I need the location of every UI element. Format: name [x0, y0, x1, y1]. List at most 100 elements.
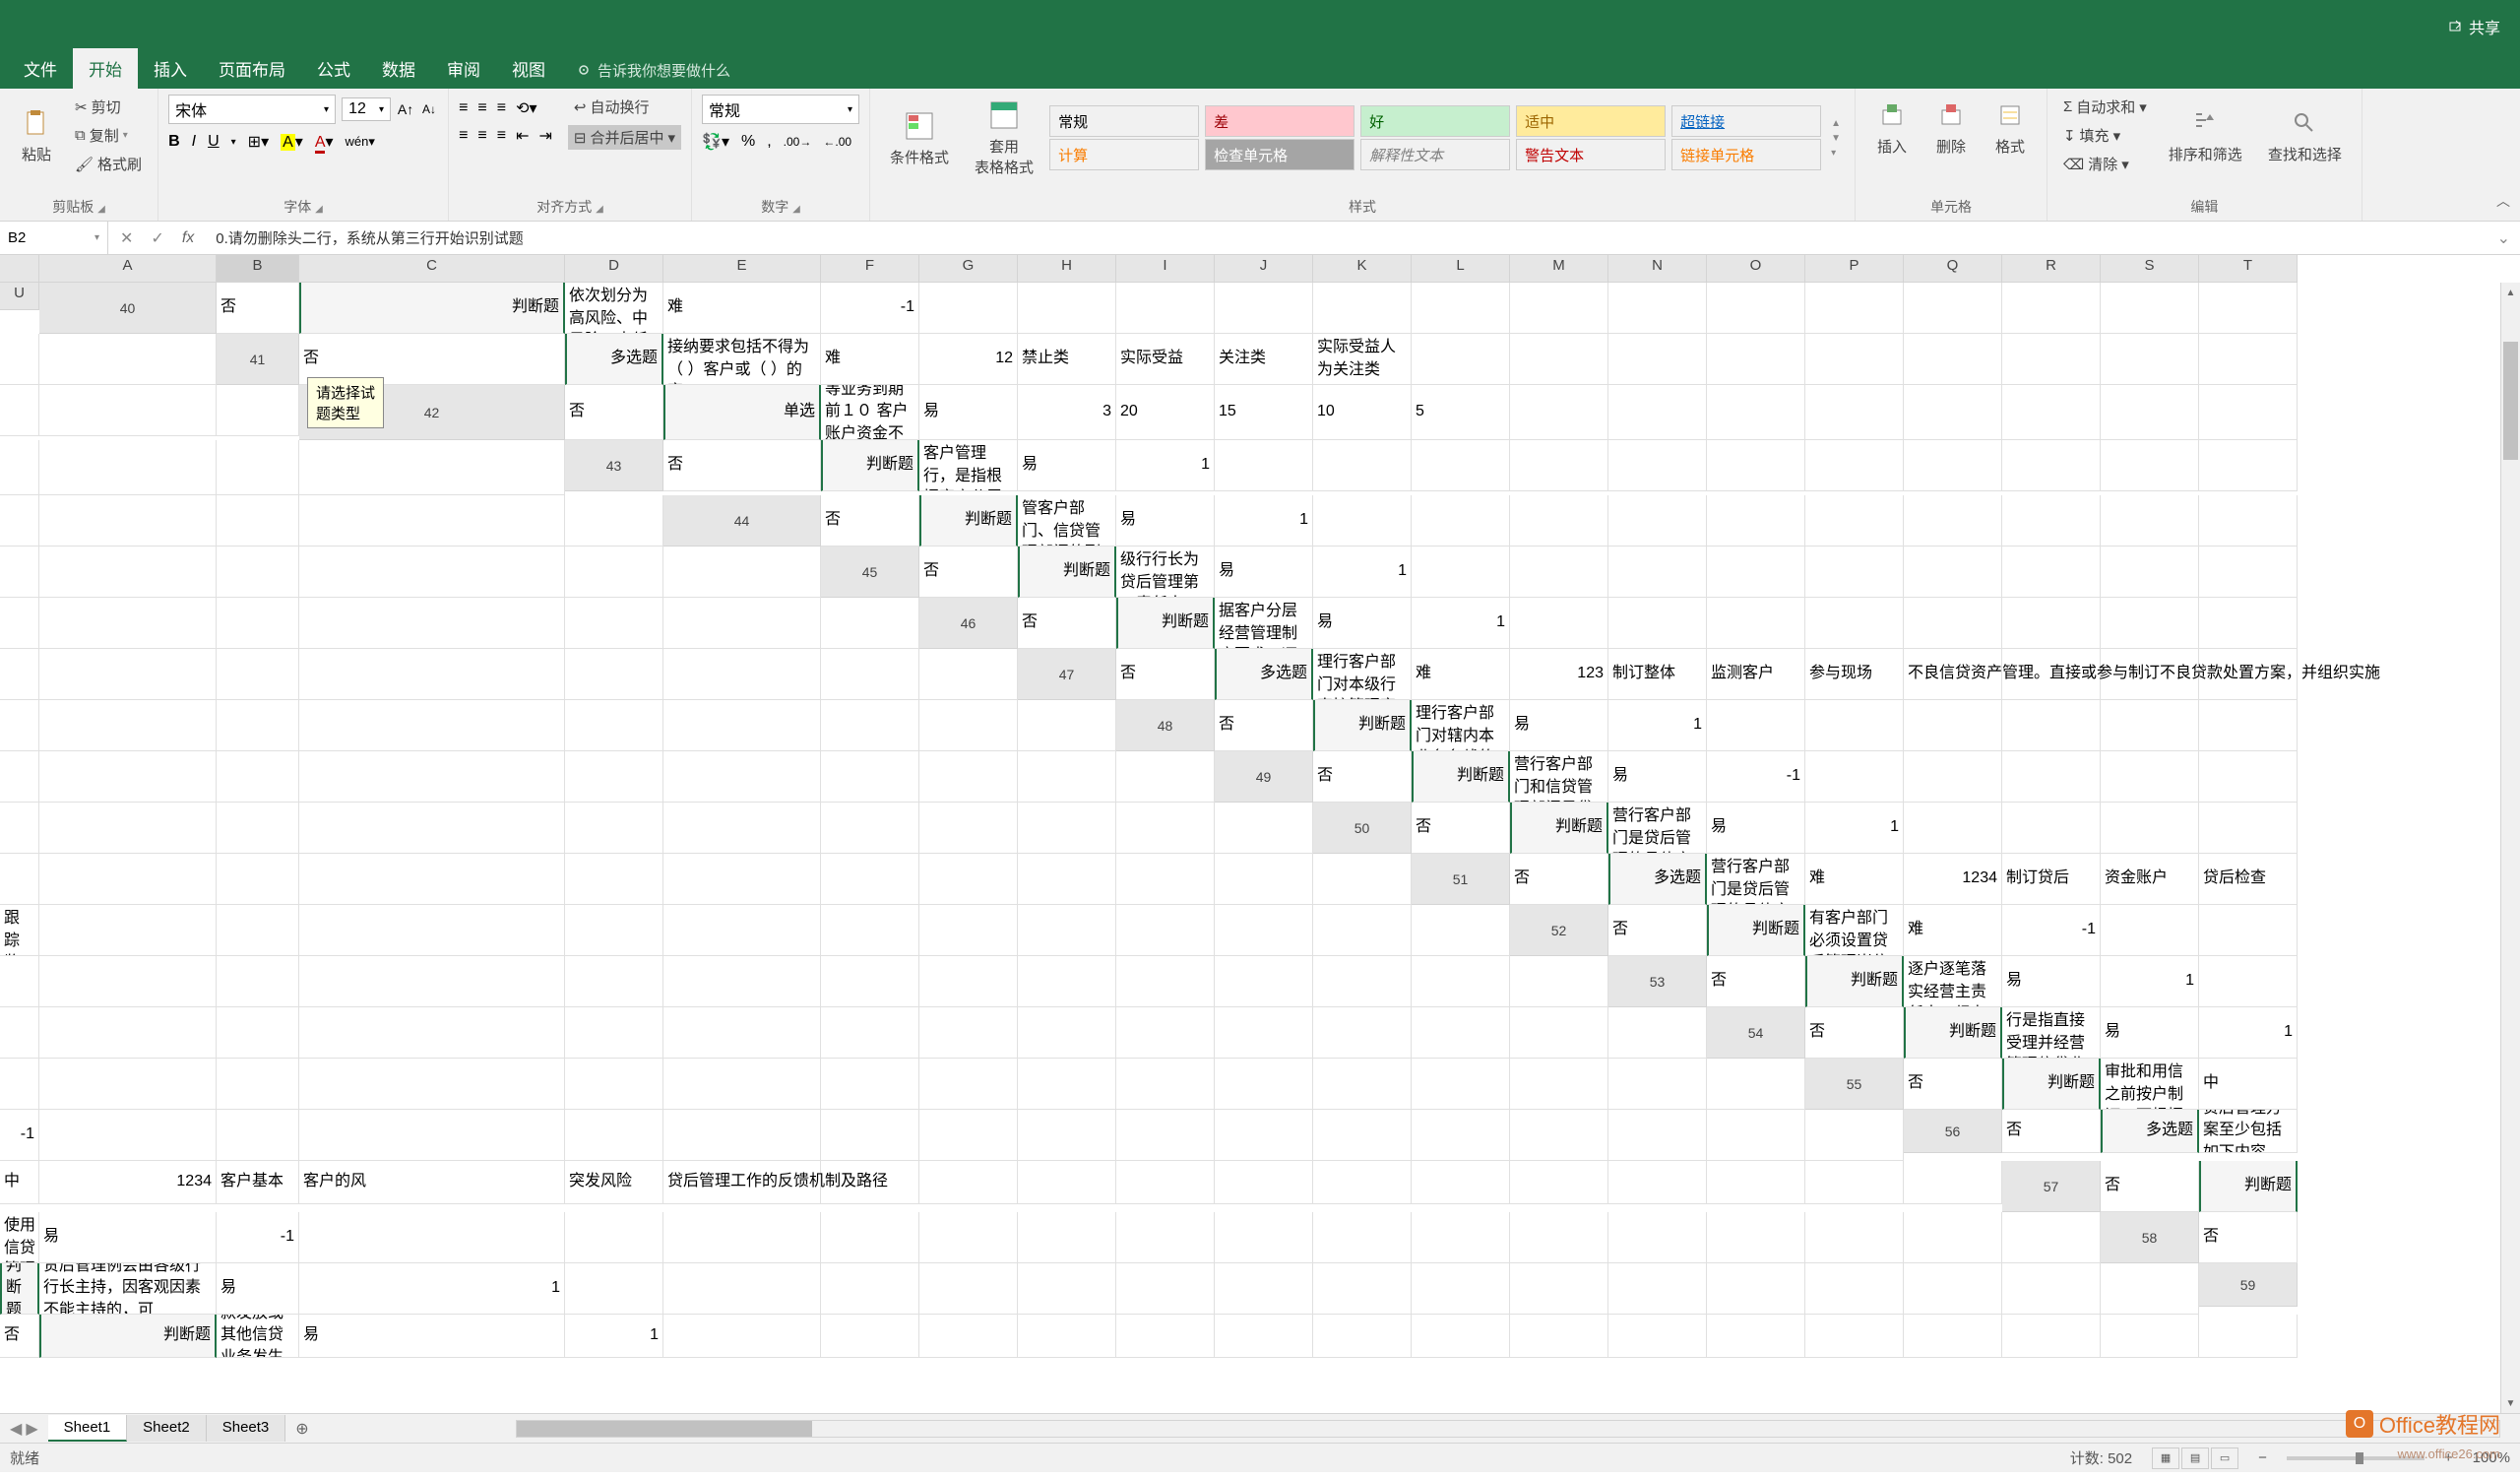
- cell[interactable]: [2002, 751, 2101, 803]
- cell[interactable]: 否: [919, 547, 1018, 598]
- align-top-icon[interactable]: ≡: [459, 99, 468, 117]
- cell[interactable]: [0, 385, 39, 436]
- cell[interactable]: [919, 803, 1018, 854]
- cancel-formula-icon[interactable]: ✕: [120, 228, 133, 248]
- cell[interactable]: 贷后管理是指从贷款发放或其他信贷业务发生后直到本息收回或: [217, 1315, 299, 1358]
- cell[interactable]: 判断题: [1412, 751, 1510, 803]
- cell[interactable]: [2101, 1263, 2199, 1315]
- tab-file[interactable]: 文件: [8, 48, 73, 89]
- cell[interactable]: [0, 1059, 39, 1110]
- cell[interactable]: 否: [2002, 1110, 2101, 1153]
- align-bottom-icon[interactable]: ≡: [497, 99, 506, 117]
- cell[interactable]: 突发风险: [565, 1161, 663, 1204]
- cell[interactable]: [1215, 905, 1313, 956]
- cell[interactable]: 客户基本: [217, 1161, 299, 1204]
- cell[interactable]: [821, 854, 919, 905]
- cell[interactable]: [217, 547, 299, 598]
- cell[interactable]: [1116, 1059, 1215, 1110]
- row-header[interactable]: 57: [2002, 1161, 2101, 1212]
- cell[interactable]: [821, 1315, 919, 1358]
- cell[interactable]: [1608, 440, 1707, 491]
- cell[interactable]: [1215, 1007, 1313, 1059]
- collapse-ribbon-icon[interactable]: ︿: [2496, 191, 2510, 211]
- cell[interactable]: [2199, 334, 2298, 385]
- cell[interactable]: 贷后管理方案至少包括如下内容: [2199, 1110, 2298, 1153]
- cell[interactable]: [299, 1110, 565, 1161]
- cell[interactable]: [1510, 1315, 1608, 1358]
- paste-button[interactable]: 粘贴: [10, 102, 63, 168]
- cell[interactable]: [2101, 495, 2199, 547]
- col-header-T[interactable]: T: [2199, 255, 2298, 283]
- cell[interactable]: [663, 649, 821, 700]
- cell[interactable]: 1: [1805, 803, 1904, 854]
- col-header-E[interactable]: E: [663, 255, 821, 283]
- currency-icon[interactable]: 💱▾: [702, 132, 729, 152]
- cell[interactable]: [2101, 598, 2199, 649]
- cell[interactable]: [565, 1212, 663, 1263]
- font-color-button[interactable]: A▾: [315, 132, 334, 152]
- cell[interactable]: [1510, 1263, 1608, 1315]
- cell[interactable]: [299, 854, 565, 905]
- cell[interactable]: [565, 649, 663, 700]
- cell[interactable]: [0, 598, 39, 649]
- col-header-P[interactable]: P: [1805, 255, 1904, 283]
- cell[interactable]: 贷后管理工作的反馈机制及路径: [663, 1161, 821, 1204]
- cell[interactable]: 判断题: [821, 440, 919, 491]
- cell[interactable]: 1234: [39, 1161, 217, 1204]
- cell[interactable]: [919, 1110, 1018, 1161]
- cell[interactable]: 1: [1116, 440, 1215, 491]
- cell[interactable]: [39, 803, 217, 854]
- cell[interactable]: [39, 334, 217, 385]
- cell[interactable]: [565, 598, 663, 649]
- add-sheet-button[interactable]: ⊕: [285, 1419, 318, 1439]
- cell[interactable]: 贷后管理办法规定，所有客户部门必须设置贷后管理岗位或组建: [1805, 905, 1904, 956]
- cell[interactable]: [1116, 956, 1215, 1007]
- cell[interactable]: [821, 905, 919, 956]
- cell[interactable]: [2101, 334, 2199, 385]
- number-launcher-icon[interactable]: ◢: [792, 204, 800, 215]
- scroll-up-icon[interactable]: ▲: [2501, 283, 2520, 302]
- cell[interactable]: [2101, 440, 2199, 491]
- cell[interactable]: [565, 905, 663, 956]
- cell[interactable]: [1805, 547, 1904, 598]
- fx-icon[interactable]: fx: [182, 229, 194, 247]
- cell[interactable]: [1510, 1059, 1608, 1110]
- cell[interactable]: [217, 956, 299, 1007]
- cell[interactable]: [1313, 905, 1412, 956]
- cell[interactable]: [1313, 1315, 1412, 1358]
- tab-review[interactable]: 审阅: [431, 48, 496, 89]
- insert-cells-button[interactable]: 插入: [1865, 95, 1919, 161]
- cell[interactable]: [565, 1110, 663, 1161]
- cell[interactable]: [1510, 1110, 1608, 1161]
- cell[interactable]: 否: [0, 1315, 39, 1358]
- cell[interactable]: [565, 854, 663, 905]
- format-painter-button[interactable]: 🖌格式刷: [69, 152, 148, 176]
- cell[interactable]: 贷后管理办法规定，各级行行长为贷后管理第一责任人，对辖内: [1116, 547, 1215, 598]
- font-name-combo[interactable]: 宋体▾: [168, 95, 336, 124]
- cell[interactable]: [1608, 1059, 1707, 1110]
- row-header[interactable]: 40: [39, 283, 217, 334]
- cell[interactable]: 判断题: [1018, 547, 1116, 598]
- comma-icon[interactable]: ,: [767, 133, 771, 151]
- cell[interactable]: [217, 649, 299, 700]
- cell[interactable]: 并购贷款业务中客户接纳要求包括不得为（ ）客户或（ ）的客: [663, 334, 821, 385]
- cell[interactable]: [1510, 547, 1608, 598]
- cell[interactable]: 判断题: [2199, 1161, 2298, 1212]
- font-size-combo[interactable]: 12▾: [342, 97, 391, 121]
- cell[interactable]: [217, 700, 299, 751]
- cell[interactable]: [1215, 854, 1313, 905]
- cell[interactable]: [2199, 495, 2298, 547]
- style-hyperlink[interactable]: 超链接: [1671, 105, 1821, 137]
- cell[interactable]: [1608, 1110, 1707, 1161]
- cell[interactable]: 1: [2199, 1007, 2298, 1059]
- tell-me-search[interactable]: 告诉我你想要做什么: [561, 52, 746, 89]
- cell[interactable]: [1018, 854, 1116, 905]
- cell[interactable]: 判断题: [1510, 803, 1608, 854]
- cell[interactable]: [299, 751, 565, 803]
- cell[interactable]: [2101, 547, 2199, 598]
- view-normal-icon[interactable]: ▦: [2152, 1447, 2179, 1469]
- cell[interactable]: [919, 1007, 1018, 1059]
- cell[interactable]: 难: [821, 334, 919, 385]
- cell[interactable]: [1116, 1110, 1215, 1161]
- cell[interactable]: 123: [1510, 649, 1608, 700]
